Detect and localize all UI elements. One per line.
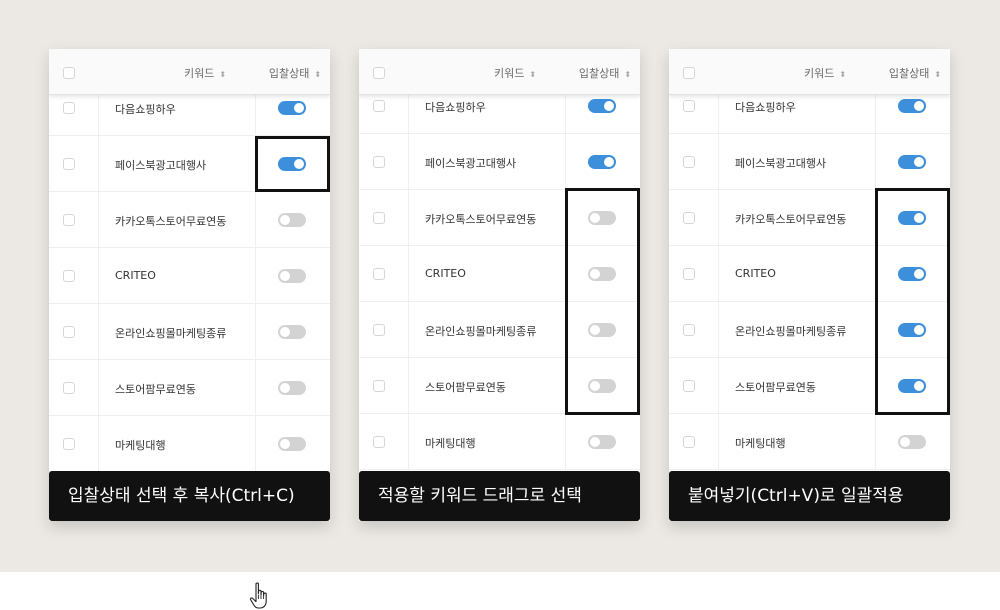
table-header: 키워드 ⬍ 입찰상태 ⬍ xyxy=(359,49,640,95)
table-row: 온라인쇼핑몰마케팅종류 xyxy=(49,304,330,360)
keyword-cell: 스토어팜무료연동 xyxy=(735,381,816,394)
column-header-keyword[interactable]: 키워드 ⬍ xyxy=(154,65,256,81)
keyword-cell: 페이스북광고대행사 xyxy=(735,157,827,170)
table-row: 마케팅대행 xyxy=(359,414,640,470)
sort-icon: ⬍ xyxy=(314,70,322,79)
bid-status-toggle[interactable] xyxy=(278,381,306,395)
bid-status-toggle[interactable] xyxy=(588,99,616,113)
keyword-cell: 온라인쇼핑몰마케팅종류 xyxy=(735,325,847,338)
row-checkbox[interactable] xyxy=(683,268,695,280)
row-checkbox[interactable] xyxy=(373,268,385,280)
tutorial-stage: 키워드 ⬍ 입찰상태 ⬍ 다음쇼핑하우 페이스북광고대행사 카카오톡스토어무료연동 … xyxy=(0,0,1000,572)
table-row: 페이스북광고대행사 xyxy=(359,134,640,190)
row-checkbox[interactable] xyxy=(63,158,75,170)
row-checkbox[interactable] xyxy=(63,382,75,394)
row-checkbox[interactable] xyxy=(63,438,75,450)
row-checkbox[interactable] xyxy=(683,380,695,392)
step-panel-2: 키워드 ⬍ 입찰상태 ⬍ 다음쇼핑하우 페이스북광고대행사 카카오톡스토어무료연동 … xyxy=(359,49,640,521)
row-checkbox[interactable] xyxy=(373,436,385,448)
keyword-cell: 다음쇼핑하우 xyxy=(735,101,796,114)
keyword-cell: 마케팅대행 xyxy=(115,439,166,452)
keyword-cell: 카카오톡스토어무료연동 xyxy=(735,213,847,226)
row-checkbox[interactable] xyxy=(683,100,695,112)
sort-icon: ⬍ xyxy=(529,70,537,79)
column-header-status[interactable]: 입찰상태 ⬍ xyxy=(880,65,950,81)
row-checkbox[interactable] xyxy=(373,324,385,336)
step-caption: 붙여넣기(Ctrl+V)로 일괄적용 xyxy=(669,471,950,521)
bid-status-toggle[interactable] xyxy=(278,437,306,451)
row-checkbox[interactable] xyxy=(63,326,75,338)
highlight-box xyxy=(255,136,330,192)
step-panel-3: 키워드 ⬍ 입찰상태 ⬍ 다음쇼핑하우 페이스북광고대행사 카카오톡스토어무료연동 … xyxy=(669,49,950,521)
row-checkbox[interactable] xyxy=(373,156,385,168)
table-row: CRITEO xyxy=(49,248,330,304)
bid-status-toggle[interactable] xyxy=(898,99,926,113)
select-all-checkbox[interactable] xyxy=(373,67,385,79)
bid-status-toggle[interactable] xyxy=(278,101,306,115)
bid-status-toggle[interactable] xyxy=(898,155,926,169)
keyword-cell: CRITEO xyxy=(735,267,776,280)
bid-status-toggle[interactable] xyxy=(278,325,306,339)
row-checkbox[interactable] xyxy=(683,324,695,336)
table-row: 마케팅대행 xyxy=(49,416,330,472)
row-checkbox[interactable] xyxy=(373,100,385,112)
column-header-keyword[interactable]: 키워드 ⬍ xyxy=(464,65,566,81)
step-panel-1: 키워드 ⬍ 입찰상태 ⬍ 다음쇼핑하우 페이스북광고대행사 카카오톡스토어무료연동 … xyxy=(49,49,330,521)
row-checkbox[interactable] xyxy=(373,212,385,224)
table-header: 키워드 ⬍ 입찰상태 ⬍ xyxy=(669,49,950,95)
keyword-cell: 마케팅대행 xyxy=(425,437,476,450)
highlight-box xyxy=(565,188,640,415)
column-header-status[interactable]: 입찰상태 ⬍ xyxy=(570,65,640,81)
row-checkbox[interactable] xyxy=(683,212,695,224)
table-row: 스토어팜무료연동 xyxy=(49,360,330,416)
keyword-cell: 온라인쇼핑몰마케팅종류 xyxy=(425,325,537,338)
sort-icon: ⬍ xyxy=(934,70,942,79)
bid-status-toggle[interactable] xyxy=(278,269,306,283)
keyword-cell: CRITEO xyxy=(425,267,466,280)
keyword-cell: 페이스북광고대행사 xyxy=(115,159,207,172)
keyword-cell: 마케팅대행 xyxy=(735,437,786,450)
hand-pointer-icon xyxy=(249,582,267,609)
highlight-box xyxy=(875,188,950,415)
sort-icon: ⬍ xyxy=(219,70,227,79)
table-row: 페이스북광고대행사 xyxy=(669,134,950,190)
column-header-status[interactable]: 입찰상태 ⬍ xyxy=(260,65,330,81)
select-all-checkbox[interactable] xyxy=(683,67,695,79)
keyword-cell: 스토어팜무료연동 xyxy=(425,381,506,394)
row-checkbox[interactable] xyxy=(63,214,75,226)
keyword-cell: 카카오톡스토어무료연동 xyxy=(425,213,537,226)
keyword-cell: 온라인쇼핑몰마케팅종류 xyxy=(115,327,227,340)
step-caption: 입찰상태 선택 후 복사(Ctrl+C) xyxy=(49,471,330,521)
row-checkbox[interactable] xyxy=(63,270,75,282)
row-checkbox[interactable] xyxy=(63,102,75,114)
table-header: 키워드 ⬍ 입찰상태 ⬍ xyxy=(49,49,330,95)
step-caption: 적용할 키워드 드래그로 선택 xyxy=(359,471,640,521)
keyword-cell: CRITEO xyxy=(115,269,156,282)
keyword-cell: 페이스북광고대행사 xyxy=(425,157,517,170)
keyword-cell: 다음쇼핑하우 xyxy=(115,103,176,116)
keyword-cell: 다음쇼핑하우 xyxy=(425,101,486,114)
row-checkbox[interactable] xyxy=(683,156,695,168)
row-checkbox[interactable] xyxy=(373,380,385,392)
select-all-checkbox[interactable] xyxy=(63,67,75,79)
bid-status-toggle[interactable] xyxy=(278,213,306,227)
table-row: 마케팅대행 xyxy=(669,414,950,470)
bid-status-toggle[interactable] xyxy=(898,435,926,449)
column-header-keyword[interactable]: 키워드 ⬍ xyxy=(774,65,876,81)
sort-icon: ⬍ xyxy=(624,70,632,79)
row-checkbox[interactable] xyxy=(683,436,695,448)
keyword-cell: 스토어팜무료연동 xyxy=(115,383,196,396)
bid-status-toggle[interactable] xyxy=(588,155,616,169)
sort-icon: ⬍ xyxy=(839,70,847,79)
bid-status-toggle[interactable] xyxy=(588,435,616,449)
table-row: 카카오톡스토어무료연동 xyxy=(49,192,330,248)
keyword-cell: 카카오톡스토어무료연동 xyxy=(115,215,227,228)
